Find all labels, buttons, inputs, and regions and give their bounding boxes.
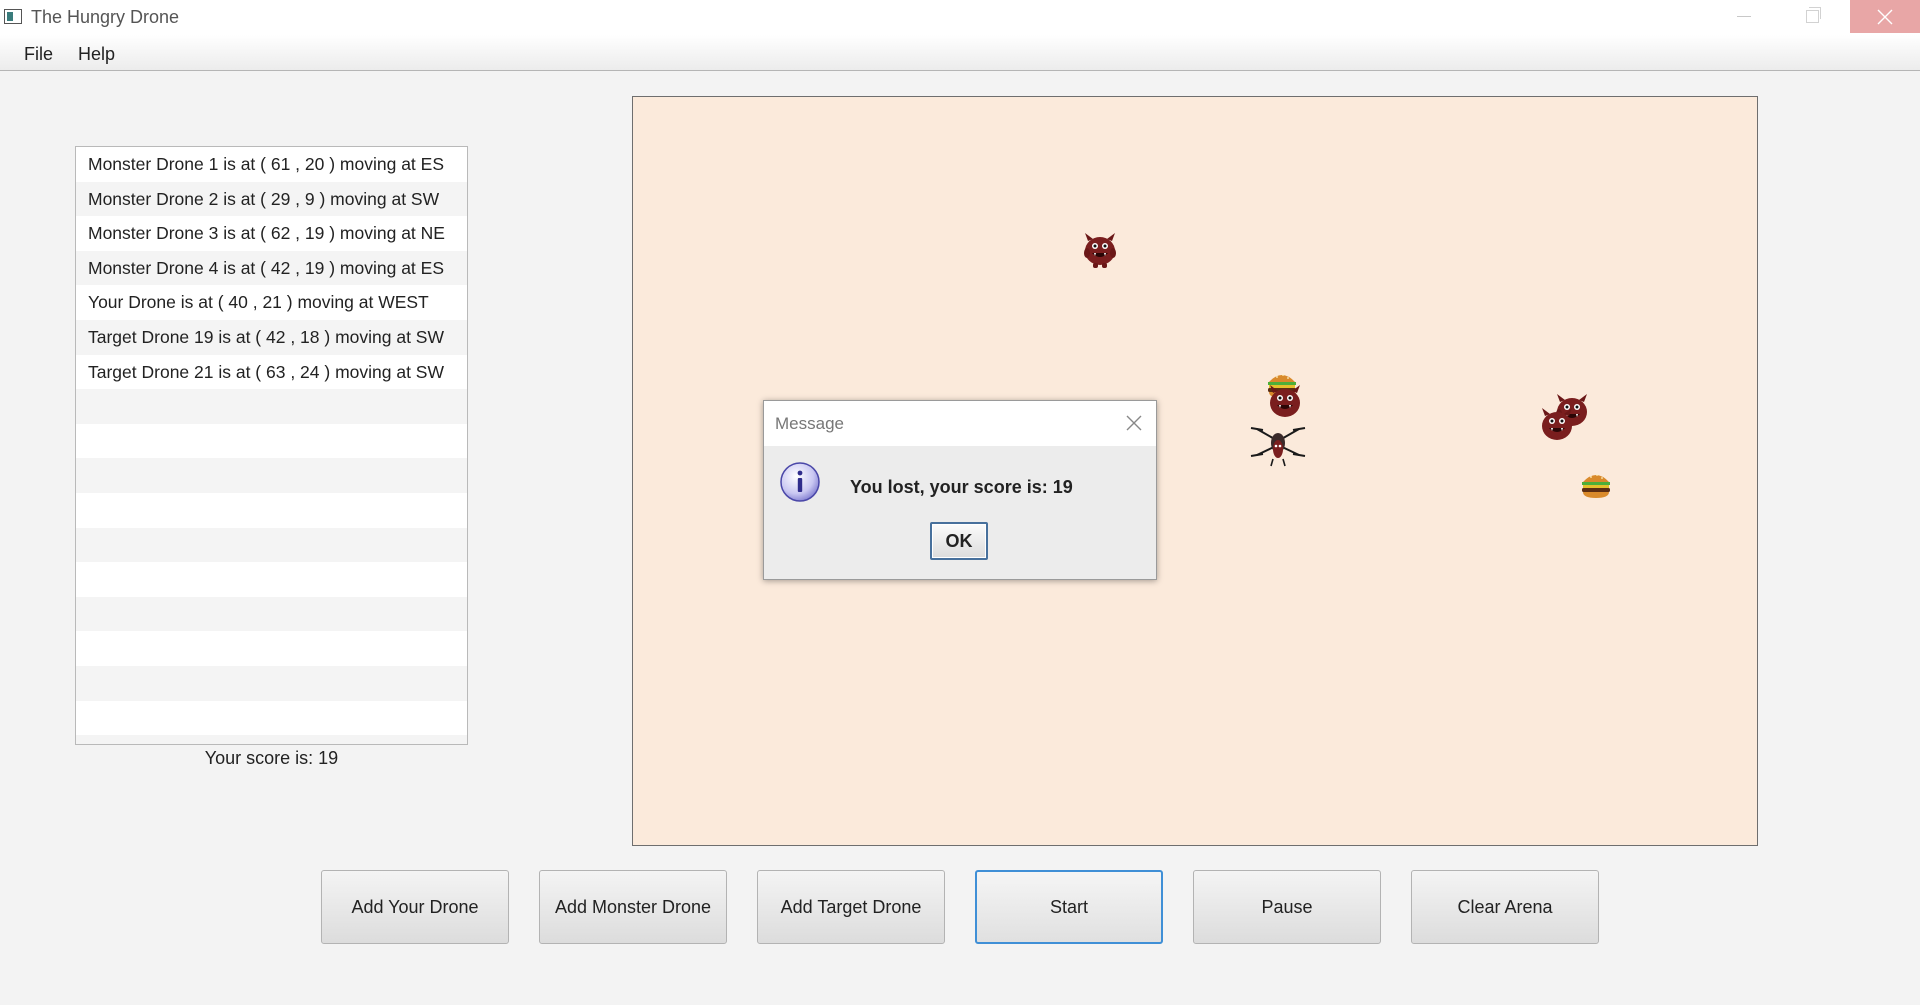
monster-icon xyxy=(1084,233,1116,268)
app-icon xyxy=(4,9,22,24)
monster-icon xyxy=(1270,385,1300,417)
info-icon xyxy=(780,462,820,502)
menu-file[interactable]: File xyxy=(20,42,57,67)
empty-list-row xyxy=(76,458,467,493)
empty-list-row xyxy=(76,492,467,528)
dialog-title: Message xyxy=(775,414,844,433)
minimize-button[interactable] xyxy=(1710,0,1778,33)
menu-help[interactable]: Help xyxy=(74,42,119,67)
close-icon[interactable] xyxy=(1122,411,1146,435)
add-target-drone-button[interactable]: Add Target Drone xyxy=(757,870,945,944)
close-icon xyxy=(1877,9,1893,24)
maximize-button[interactable] xyxy=(1778,0,1846,33)
list-item[interactable]: Monster Drone 1 is at ( 61 , 20 ) moving… xyxy=(76,147,467,182)
list-item[interactable]: Target Drone 21 is at ( 63 , 24 ) moving… xyxy=(76,354,467,390)
dialog-title-bar: Message xyxy=(764,401,1156,446)
drone-icon xyxy=(1250,427,1306,467)
pause-button[interactable]: Pause xyxy=(1193,870,1381,944)
list-item[interactable]: Monster Drone 2 is at ( 29 , 9 ) moving … xyxy=(76,181,467,217)
drone-status-list[interactable]: Monster Drone 1 is at ( 61 , 20 ) moving… xyxy=(75,146,468,745)
list-item[interactable]: Target Drone 19 is at ( 42 , 18 ) moving… xyxy=(76,319,467,355)
message-dialog: Message You lost, your score is: 19 OK xyxy=(763,400,1157,580)
empty-list-row xyxy=(76,562,467,597)
menu-bar: File Help xyxy=(0,35,1920,71)
close-window-button[interactable] xyxy=(1850,0,1920,33)
empty-list-row xyxy=(76,700,467,736)
add-monster-drone-button[interactable]: Add Monster Drone xyxy=(539,870,727,944)
score-label: Your score is: 19 xyxy=(204,748,339,768)
empty-list-row xyxy=(76,596,467,632)
empty-list-row xyxy=(76,665,467,701)
start-button[interactable]: Start xyxy=(975,870,1163,944)
burger-icon xyxy=(1582,474,1610,498)
list-item[interactable]: Monster Drone 4 is at ( 42 , 19 ) moving… xyxy=(76,250,467,286)
empty-list-row xyxy=(76,389,467,424)
list-item[interactable]: Your Drone is at ( 40 , 21 ) moving at W… xyxy=(76,285,467,320)
window-title: The Hungry Drone xyxy=(31,7,180,27)
add-your-drone-button[interactable]: Add Your Drone xyxy=(321,870,509,944)
empty-list-row xyxy=(76,631,467,666)
title-bar: The Hungry Drone xyxy=(0,0,1920,35)
clear-arena-button[interactable]: Clear Arena xyxy=(1411,870,1599,944)
empty-list-row xyxy=(76,735,467,744)
empty-list-row xyxy=(76,423,467,459)
list-item[interactable]: Monster Drone 3 is at ( 62 , 19 ) moving… xyxy=(76,216,467,251)
ok-button[interactable]: OK xyxy=(930,522,988,560)
empty-list-row xyxy=(76,527,467,563)
monster-icon xyxy=(1542,408,1572,440)
dialog-message: You lost, your score is: 19 xyxy=(850,477,1073,497)
